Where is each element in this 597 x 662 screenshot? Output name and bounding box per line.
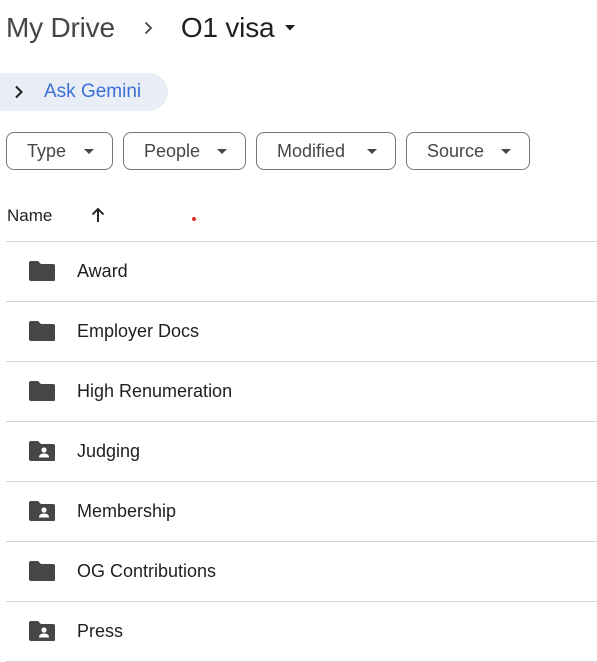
list-item-membership[interactable]: Membership xyxy=(6,482,597,542)
item-name: OG Contributions xyxy=(77,561,217,581)
cursor-dot xyxy=(192,217,196,221)
folder-icon xyxy=(29,380,55,402)
breadcrumb-current-folder[interactable]: O1 visa xyxy=(181,12,297,44)
caret-down-icon xyxy=(217,133,227,171)
breadcrumb-current-label: O1 visa xyxy=(180,12,275,43)
chevron-right-icon xyxy=(141,21,155,35)
shared-folder-icon xyxy=(29,440,55,462)
ask-gemini-button[interactable]: Ask Gemini xyxy=(0,73,168,111)
file-list: Award Employer Docs High Renumeration Ju… xyxy=(6,241,597,662)
item-name: Membership xyxy=(77,501,177,521)
list-item-award[interactable]: Award xyxy=(6,242,597,302)
filter-source-label: Source xyxy=(427,140,485,161)
item-name: Award xyxy=(77,261,128,281)
column-name-header[interactable]: Name xyxy=(7,206,52,226)
folder-icon xyxy=(29,260,55,282)
caret-down-icon xyxy=(84,133,94,171)
item-name: Judging xyxy=(77,441,141,461)
caret-down-icon xyxy=(284,22,296,34)
chevron-right-icon xyxy=(11,84,27,100)
caret-down-icon xyxy=(367,133,377,171)
item-name: Press xyxy=(77,621,124,641)
list-item-judging[interactable]: Judging xyxy=(6,422,597,482)
item-name: Employer Docs xyxy=(77,321,200,341)
filter-modified-chip[interactable]: Modified xyxy=(256,132,396,170)
shared-folder-icon xyxy=(29,500,55,522)
list-item-employer-docs[interactable]: Employer Docs xyxy=(6,302,597,362)
list-item-og-contributions[interactable]: OG Contributions xyxy=(6,542,597,602)
column-header: Name xyxy=(6,200,597,234)
breadcrumb: My Drive O1 visa xyxy=(6,6,296,50)
arrow-up-icon[interactable] xyxy=(88,205,108,225)
ask-gemini-label: Ask Gemini xyxy=(44,81,142,102)
caret-down-icon xyxy=(501,133,511,171)
filter-type-label: Type xyxy=(27,140,67,161)
shared-folder-icon xyxy=(29,620,55,642)
filter-type-chip[interactable]: Type xyxy=(6,132,113,170)
filter-people-chip[interactable]: People xyxy=(123,132,246,170)
filter-people-label: People xyxy=(144,140,201,161)
folder-icon xyxy=(29,320,55,342)
list-item-press[interactable]: Press xyxy=(6,602,597,662)
filter-source-chip[interactable]: Source xyxy=(406,132,530,170)
folder-icon xyxy=(29,560,55,582)
item-name: High Renumeration xyxy=(77,381,233,401)
breadcrumb-my-drive[interactable]: My Drive xyxy=(6,12,115,44)
filter-modified-label: Modified xyxy=(277,140,346,161)
list-item-high-renumeration[interactable]: High Renumeration xyxy=(6,362,597,422)
